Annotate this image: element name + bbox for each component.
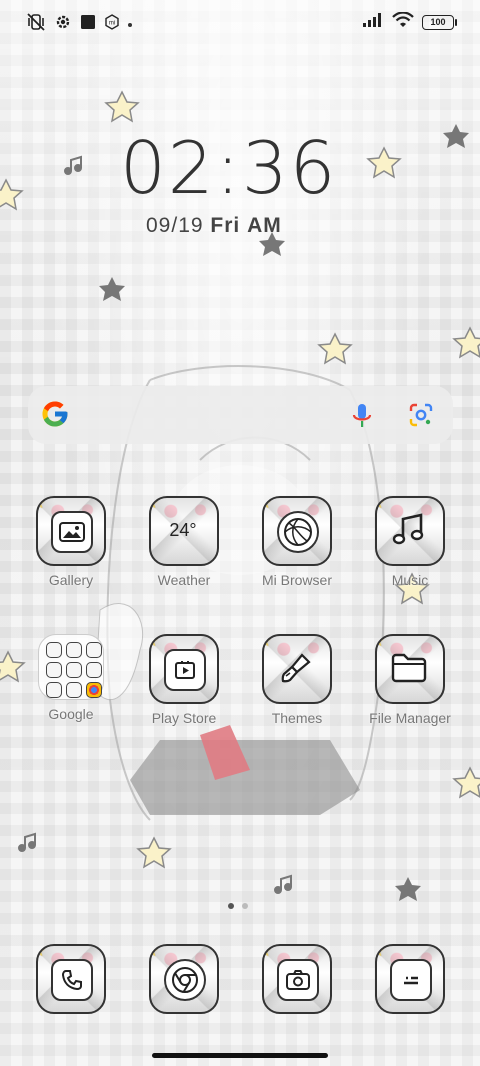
phone-tile: ★ — [36, 944, 106, 1014]
app-play-store[interactable]: ★ Play Store — [129, 634, 239, 726]
star-badge-icon: ★ — [264, 498, 271, 512]
app-weather[interactable]: ★ 24° Weather — [129, 496, 239, 588]
google-search-bar[interactable] — [28, 386, 453, 444]
weather-temperature: 24° — [169, 519, 197, 540]
paintbrush-icon — [277, 649, 315, 687]
vibrate-mute-icon — [26, 12, 46, 37]
more-notifications-dot-icon — [128, 22, 132, 27]
star-badge-icon: ★ — [38, 946, 45, 960]
folder-app-icon — [66, 682, 82, 698]
file-manager-tile: ★ — [375, 634, 445, 704]
play-store-icon — [164, 649, 206, 691]
folder-app-icon — [66, 642, 82, 658]
google-folder-preview — [38, 634, 104, 700]
page-dot — [242, 903, 248, 909]
page-dot-active — [228, 903, 234, 909]
app-label: Google — [48, 706, 94, 722]
star-badge-icon: ★ — [38, 498, 45, 512]
folder-app-icon — [66, 662, 82, 678]
weekday: Fri — [210, 214, 241, 237]
camera-tile: ★ — [262, 944, 332, 1014]
star-badge-icon: ★ — [151, 498, 158, 512]
star-badge-icon: ★ — [377, 636, 384, 650]
app-gallery[interactable]: ★ Gallery — [16, 496, 126, 588]
mi-browser-icon — [277, 511, 319, 553]
app-label: File Manager — [369, 710, 451, 726]
folder-app-icon — [46, 662, 62, 678]
gallery-tile: ★ — [36, 496, 106, 566]
dock-messages[interactable]: ★ — [355, 944, 465, 1014]
folder-app-icon — [86, 662, 102, 678]
google-lens-icon[interactable] — [408, 402, 434, 433]
folder-google[interactable]: Google — [16, 634, 126, 722]
status-bar: mi 100 — [0, 0, 480, 48]
folder-app-icon — [46, 682, 62, 698]
app-mi-browser[interactable]: ★ Mi Browser — [242, 496, 352, 588]
mi-app-icon: mi — [104, 14, 120, 35]
themes-tile: ★ — [262, 634, 332, 704]
page-indicator — [228, 903, 248, 909]
gallery-icon — [51, 511, 93, 553]
square-notification-icon — [80, 14, 96, 35]
microphone-icon[interactable] — [350, 402, 374, 435]
folder-app-icon — [86, 682, 102, 698]
star-badge-icon: ★ — [264, 946, 271, 960]
star-badge-icon: ★ — [377, 946, 384, 960]
music-note-icon — [390, 511, 428, 549]
dock-chrome[interactable]: ★ — [129, 944, 239, 1014]
app-label: Play Store — [151, 710, 217, 726]
mi-browser-tile: ★ — [262, 496, 332, 566]
date-value: 09/19 — [146, 214, 204, 237]
app-label: Themes — [271, 710, 323, 726]
star-badge-icon: ★ — [264, 636, 271, 650]
clock-time[interactable]: 02:36 — [120, 128, 338, 208]
weather-tile: ★ 24° — [149, 496, 219, 566]
wifi-icon — [392, 11, 414, 33]
app-label: Gallery — [48, 572, 94, 588]
app-music[interactable]: ★ Music — [355, 496, 465, 588]
svg-text:mi: mi — [109, 21, 115, 27]
play-store-tile: ★ — [149, 634, 219, 704]
app-themes[interactable]: ★ Themes — [242, 634, 352, 726]
chrome-icon — [164, 959, 206, 1001]
folder-app-icon — [46, 642, 62, 658]
battery-icon: 100 — [422, 15, 457, 30]
settings-gear-icon — [54, 13, 72, 36]
chrome-tile: ★ — [149, 944, 219, 1014]
app-label: Music — [391, 572, 429, 588]
dock-camera[interactable]: ★ — [242, 944, 352, 1014]
camera-icon — [277, 959, 319, 1001]
messages-tile: ★ — [375, 944, 445, 1014]
folder-app-icon — [86, 642, 102, 658]
folder-icon — [390, 649, 428, 687]
app-file-manager[interactable]: ★ File Manager — [355, 634, 465, 726]
messages-icon — [390, 959, 432, 1001]
star-badge-icon: ★ — [151, 636, 158, 650]
star-badge-icon: ★ — [377, 498, 384, 512]
signal-icon — [362, 12, 384, 33]
phone-icon — [51, 959, 93, 1001]
clock-date[interactable]: 09/19 Fri AM — [146, 214, 282, 238]
app-label: Weather — [157, 572, 211, 588]
music-tile: ★ — [375, 496, 445, 566]
am-pm: AM — [247, 214, 282, 237]
google-logo-icon — [40, 399, 70, 434]
dock-phone[interactable]: ★ — [16, 944, 126, 1014]
star-badge-icon: ★ — [151, 946, 158, 960]
app-label: Mi Browser — [261, 572, 332, 588]
gesture-navigation-bar[interactable] — [152, 1053, 328, 1058]
